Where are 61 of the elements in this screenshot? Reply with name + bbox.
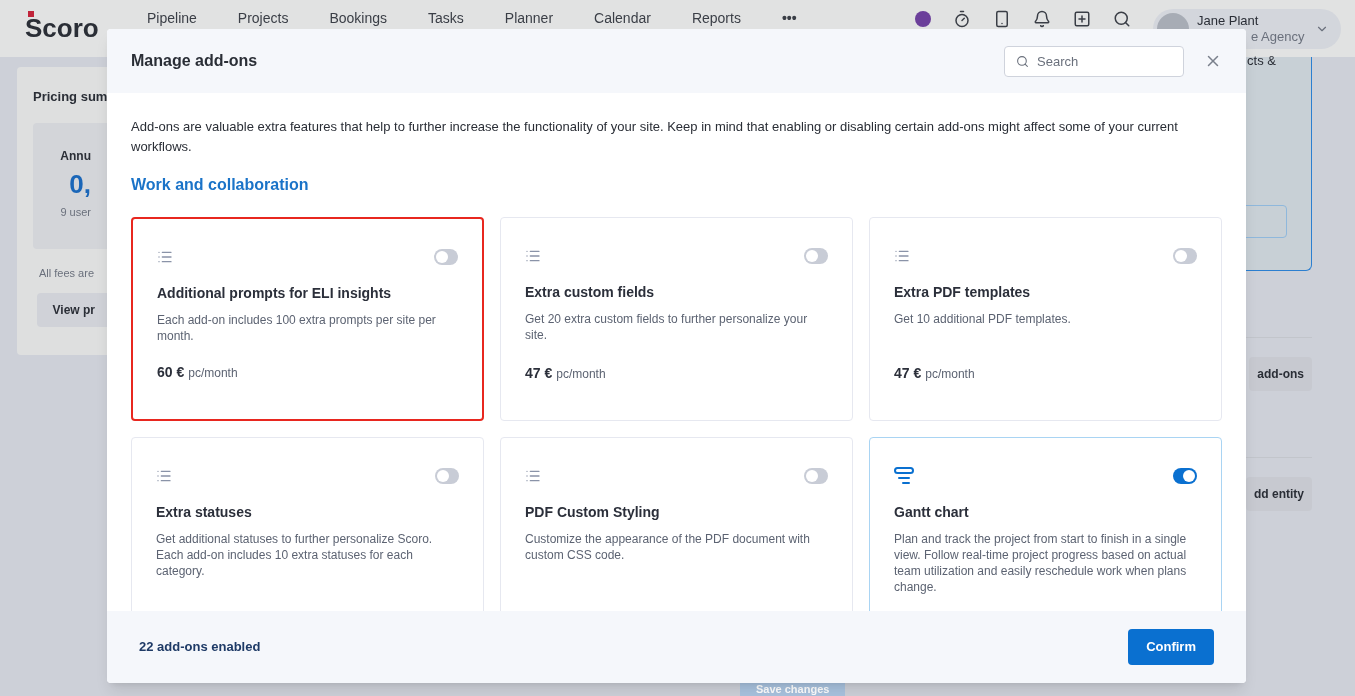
more-menu[interactable]: ••• [781, 8, 797, 29]
addon-title: Gantt chart [894, 503, 970, 522]
addon-title: PDF Custom Styling [525, 503, 661, 522]
search-icon[interactable] [1113, 9, 1131, 28]
list-icon [157, 249, 173, 265]
nav-link[interactable]: Planner [504, 8, 554, 29]
user-name: Jane Plant [1197, 12, 1260, 29]
fees-note: All fees are [37, 265, 95, 281]
panel-text: cts & [1247, 52, 1276, 70]
addon-description: Each add-on includes 100 extra prompts per site per month. [157, 312, 437, 344]
addon-description: Customize the appearance of the PDF document with custom CSS code. [525, 531, 811, 563]
nav-link[interactable]: Projects [237, 8, 289, 29]
nav-link[interactable]: Pipeline [147, 8, 197, 29]
section-heading: Work and collaboration [131, 175, 310, 195]
addon-description: Get additional statuses to further personalize Scoro. Each add-on includes 10 extra statuses for each category. [156, 531, 434, 579]
card-title: Pricing sum [33, 88, 109, 106]
addon-price: 60 € [157, 363, 185, 382]
summary-label: Annu [60, 147, 91, 165]
addon-title: Extra PDF templates [894, 283, 1032, 302]
action-button[interactable]: dd entity [1246, 477, 1312, 511]
addon-description: Get 10 additional PDF templates. [894, 311, 1072, 327]
toggle-switch[interactable] [804, 248, 828, 264]
addon-title: Extra custom fields [525, 283, 656, 302]
nav-link[interactable]: Reports [691, 8, 741, 29]
toggle-switch[interactable] [435, 468, 459, 484]
nav-link[interactable]: Tasks [428, 8, 464, 29]
toggle-switch[interactable] [1173, 248, 1197, 264]
toggle-switch[interactable] [434, 249, 458, 265]
price-period: pc/month [556, 366, 606, 383]
list-icon [894, 248, 910, 264]
list-icon [156, 468, 172, 484]
addon-title: Additional prompts for ELI insights [157, 284, 393, 303]
app-badge-icon[interactable] [915, 10, 931, 27]
addon-price: 47 € [525, 364, 553, 383]
timer-icon[interactable] [953, 9, 971, 28]
addon-description: Get 20 extra custom fields to further personalize your site. [525, 311, 809, 343]
phone-icon[interactable] [993, 9, 1011, 28]
nav-link[interactable]: Bookings [329, 8, 387, 29]
action-button[interactable]: add-ons [1249, 357, 1312, 391]
addon-description: Plan and track the project from start to finish in a single view. Follow real-time project progress based on actual team utilization and easily reschedule work when plans change. [894, 531, 1188, 595]
company-name: e Agency [1251, 28, 1306, 45]
summary-note: 9 user [60, 204, 91, 220]
confirm-button[interactable]: Confirm [1128, 629, 1214, 665]
addon-title: Extra statuses [156, 503, 253, 522]
list-icon [525, 468, 541, 484]
gantt-icon [894, 467, 914, 485]
price-period: pc/month [925, 366, 975, 383]
intro-text: Add-ons are valuable extra features that help to further increase the functionality of your site. Keep in mind that enabling or disabling certain add-ons might affect some of your current workflows. [131, 118, 1179, 156]
search-icon [1016, 54, 1029, 68]
dialog-title: Manage add-ons [131, 51, 258, 71]
list-icon [525, 248, 541, 264]
addon-price: 47 € [894, 364, 922, 383]
summary-value: 0, [69, 167, 91, 201]
nav-link[interactable]: Calendar [594, 8, 651, 29]
toggle-switch[interactable] [1173, 468, 1197, 484]
enabled-count: 22 add-ons enabled [139, 638, 261, 657]
search-field[interactable]: Search [1004, 45, 1184, 77]
price-period: pc/month [188, 365, 238, 382]
add-icon[interactable] [1073, 9, 1091, 28]
toggle-switch[interactable] [804, 468, 828, 484]
bell-icon[interactable] [1033, 9, 1051, 28]
